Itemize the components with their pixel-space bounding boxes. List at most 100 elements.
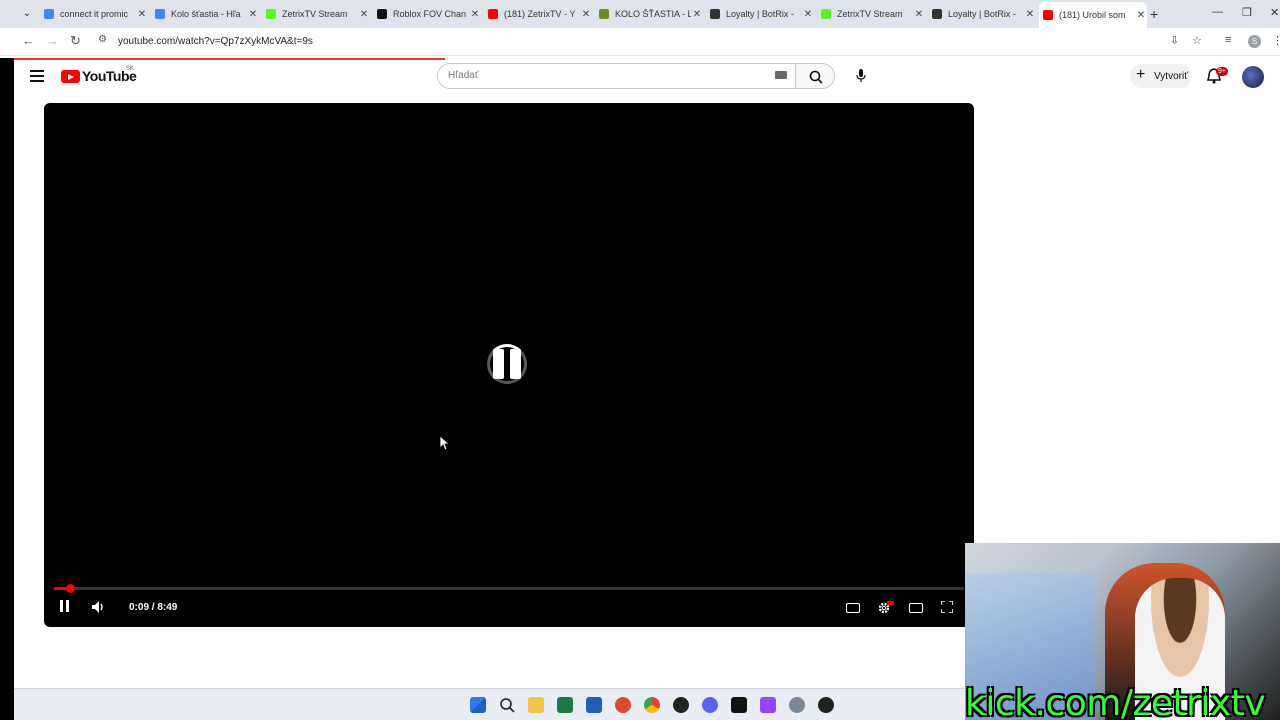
browser-tab[interactable]: ZetrixTV Stream ✕ xyxy=(817,4,925,24)
media-player-icon[interactable] xyxy=(818,697,834,713)
tab-title: Loyalty | BotRix - xyxy=(726,9,794,19)
tab-title: KOLO ŠŤASTIA - L xyxy=(615,9,691,19)
youtube-icon xyxy=(488,9,498,19)
create-label: Vytvoriť xyxy=(1154,71,1188,82)
time-display: 0:09 / 8:49 xyxy=(129,602,178,613)
github-icon xyxy=(377,9,387,19)
theater-mode-icon[interactable] xyxy=(909,603,923,613)
kick-icon xyxy=(821,9,831,19)
google-icon xyxy=(44,9,54,19)
tab-title: ZetrixTV Stream xyxy=(837,9,903,19)
url-text: youtube.com/watch?v=Qp7zXykMcVA&t=9s xyxy=(118,36,313,47)
browser-tab[interactable]: Roblox FOV Chan ✕ xyxy=(373,4,481,24)
new-tab-button[interactable]: + xyxy=(1150,6,1158,22)
close-tab-icon[interactable]: ✕ xyxy=(691,9,703,20)
notification-count-badge: 9+ xyxy=(1216,67,1228,76)
twitch-icon[interactable] xyxy=(760,697,776,713)
obs-icon[interactable] xyxy=(673,697,689,713)
browser-tab[interactable]: Loyalty | BotRix - ✕ xyxy=(706,4,814,24)
bookmark-star-icon[interactable]: ☆ xyxy=(1192,34,1202,47)
plus-icon: + xyxy=(1136,66,1146,83)
close-tab-icon[interactable]: ✕ xyxy=(1024,9,1036,20)
app-icon-red[interactable] xyxy=(615,697,631,713)
tab-title: (181) Urobil som xyxy=(1059,10,1126,20)
account-avatar[interactable] xyxy=(1242,66,1264,88)
hd-badge xyxy=(887,601,894,605)
country-code: SK xyxy=(126,66,135,72)
reload-icon[interactable]: ↻ xyxy=(70,33,81,49)
search-input[interactable]: Hľadať xyxy=(437,63,795,89)
close-tab-icon[interactable]: ✕ xyxy=(580,9,592,20)
browser-tab[interactable]: ZetrixTV Stream ✕ xyxy=(262,4,370,24)
virtual-keyboard-icon[interactable] xyxy=(775,71,787,79)
left-frame-bar xyxy=(0,58,14,720)
back-icon[interactable]: ← xyxy=(22,33,35,48)
tab-title: ZetrixTV Stream xyxy=(282,9,348,19)
browser-tab[interactable]: Kolo šťastia - Hľa ✕ xyxy=(151,4,259,24)
stream-url-overlay: kick.com/zetrixtv xyxy=(965,683,1266,720)
close-tab-icon[interactable]: ✕ xyxy=(913,9,925,20)
youtube-masthead: YouTube SK Hľadať + Vytvoriť 9+ xyxy=(14,60,1280,94)
browser-tab[interactable]: KOLO ŠŤASTIA - L ✕ xyxy=(595,4,703,24)
youtube-icon xyxy=(1043,10,1053,20)
microphone-icon xyxy=(856,69,866,82)
buffering-spinner xyxy=(487,344,527,384)
file-explorer-icon[interactable] xyxy=(528,697,544,713)
voice-search-button[interactable] xyxy=(849,64,873,88)
create-button[interactable]: + Vytvoriť xyxy=(1130,64,1192,88)
subtitles-icon[interactable] xyxy=(846,603,860,613)
close-tab-icon[interactable]: ✕ xyxy=(1135,10,1147,21)
guide-menu-icon[interactable] xyxy=(30,70,44,85)
excel-icon[interactable] xyxy=(557,697,573,713)
botrix-icon xyxy=(710,9,720,19)
close-tab-icon[interactable]: ✕ xyxy=(136,9,148,20)
youtube-logo-icon[interactable] xyxy=(61,70,80,83)
tab-title: (181) ZetrixTV - Y xyxy=(504,9,576,19)
start-menu-icon[interactable] xyxy=(470,697,486,713)
taskbar-search-icon[interactable] xyxy=(499,697,515,713)
search-button[interactable] xyxy=(795,63,835,89)
roblox-icon[interactable] xyxy=(731,697,747,713)
google-icon xyxy=(155,9,165,19)
browser-tab[interactable]: (181) Urobil som ✕ xyxy=(1039,2,1147,28)
browser-tab[interactable]: Loyalty | BotRix - ✕ xyxy=(928,4,1036,24)
tab-title: connect it promic xyxy=(60,9,129,19)
forward-icon[interactable]: → xyxy=(46,33,59,48)
address-bar[interactable]: ⚙ youtube.com/watch?v=Qp7zXykMcVA&t=9s xyxy=(92,31,1162,53)
tab-search-icon[interactable]: ⌄ xyxy=(20,7,34,21)
profile-avatar[interactable]: S xyxy=(1248,35,1261,48)
fullscreen-icon[interactable] xyxy=(941,601,953,613)
discord-icon[interactable] xyxy=(702,697,718,713)
restore-icon[interactable]: ❐ xyxy=(1242,6,1252,19)
volume-icon[interactable] xyxy=(92,601,106,613)
browser-tab[interactable]: (181) ZetrixTV - Y ✕ xyxy=(484,4,592,24)
tab-title: Loyalty | BotRix - xyxy=(948,9,1016,19)
site-info-icon[interactable]: ⚙ xyxy=(98,34,107,45)
chrome-icon[interactable] xyxy=(644,697,660,713)
minimize-icon[interactable]: — xyxy=(1212,6,1223,18)
kick-icon xyxy=(266,9,276,19)
settings-icon[interactable] xyxy=(789,697,805,713)
search-placeholder: Hľadať xyxy=(448,70,479,81)
word-icon[interactable] xyxy=(586,697,602,713)
install-app-icon[interactable]: ⇩ xyxy=(1170,34,1179,47)
browser-menu-icon[interactable]: ⋮ xyxy=(1272,34,1280,47)
search-icon xyxy=(809,70,823,84)
close-tab-icon[interactable]: ✕ xyxy=(802,9,814,20)
media-controls-icon[interactable]: ≡ xyxy=(1225,34,1231,46)
close-tab-icon[interactable]: ✕ xyxy=(247,9,259,20)
close-tab-icon[interactable]: ✕ xyxy=(358,9,370,20)
windows-taskbar xyxy=(14,688,965,720)
browser-tab[interactable]: connect it promic ✕ xyxy=(40,4,148,24)
webcam-overlay: kick.com/zetrixtv xyxy=(965,543,1280,720)
close-window-icon[interactable]: ✕ xyxy=(1270,6,1279,19)
botrix-icon xyxy=(932,9,942,19)
close-tab-icon[interactable]: ✕ xyxy=(469,9,481,20)
pause-button[interactable] xyxy=(60,600,70,612)
progress-bar[interactable] xyxy=(54,584,964,593)
browser-tab-strip: ⌄ connect it promic ✕ Kolo šťastia - Hľa ✕ Z… xyxy=(0,0,1280,28)
wheel-icon xyxy=(599,9,609,19)
scrubber-handle[interactable] xyxy=(66,584,75,593)
video-player[interactable]: 0:09 / 8:49 xyxy=(44,103,974,627)
tab-title: Kolo šťastia - Hľa xyxy=(171,9,241,19)
